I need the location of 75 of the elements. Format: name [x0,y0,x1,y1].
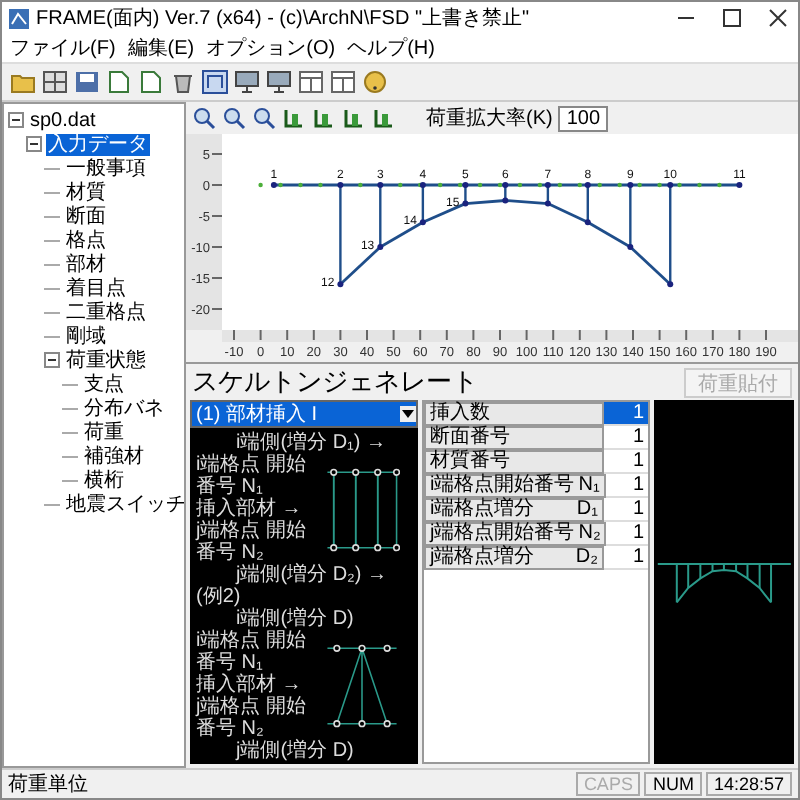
tree-item[interactable]: 材質 [64,181,108,203]
diagram-caption: j端側(増分 D) [233,740,356,762]
parameter-value[interactable]: 1 [604,426,648,450]
tree-item[interactable]: 一般事項 [64,157,148,179]
frame-diagram-drawing [324,465,400,553]
parameter-value[interactable]: 1 [606,522,648,546]
trash-icon[interactable] [170,70,196,94]
diagram-label: i端格点 開始番号 N₁ [196,630,308,674]
magnifier-icon[interactable] [192,106,216,130]
parameter-value[interactable]: 1 [604,498,648,522]
parameter-value[interactable]: 1 [604,450,648,474]
tree-item[interactable]: 二重格点 [64,301,148,323]
tree-item[interactable]: 地震スイッチ [64,493,184,515]
diagram-label: 挿入部材 → [196,674,304,696]
expander-icon[interactable] [26,136,42,152]
scale-label: 荷重拡大率(K) [426,105,553,132]
app-icon [8,7,30,29]
status-indicator: 14:28:57 [705,772,792,796]
monitor-icon[interactable] [266,70,292,94]
folder-icon[interactable] [10,70,36,94]
parameter-value[interactable]: 1 [604,546,648,570]
frame-icon[interactable] [202,70,228,94]
window-icon[interactable] [298,70,324,94]
save-icon[interactable] [74,70,100,94]
status-indicator: CAPS [575,772,641,796]
menu-item[interactable]: オプション(O) [206,34,336,62]
expander-icon[interactable] [44,352,60,368]
status-message: 荷重単位 [8,771,88,798]
tree-item[interactable]: 補強材 [82,445,146,467]
tree-item[interactable]: 断面 [64,205,108,227]
window-icon[interactable] [330,70,356,94]
parameter-label: j端格点開始番号 N₂ [424,522,607,546]
parameter-label: 材質番号 [424,450,604,474]
menu-item[interactable]: ヘルプ(H) [347,34,435,62]
diagram-label: 挿入部材 → [196,498,304,520]
magnifier-icon[interactable] [252,106,276,130]
tree-item[interactable]: 部材 [64,253,108,275]
grid-icon[interactable] [42,70,68,94]
bridge-preview-drawing [656,561,792,603]
page-icon[interactable] [138,70,164,94]
mode-dropdown[interactable]: (1) 部材挿入 I [190,400,418,428]
tree-item[interactable]: 支点 [82,373,126,395]
parameter-label: i端格点増分 D₁ [424,498,604,522]
tree-item[interactable]: 着目点 [64,277,128,299]
parameter-label: i端格点開始番号 N₁ [424,474,606,498]
menu-item[interactable]: 編集(E) [127,34,195,62]
example-title: (例2) [196,586,241,608]
tree-item[interactable]: 剛域 [64,325,108,347]
parameter-label: 挿入数 [424,402,604,426]
menu-item[interactable]: ファイル(F) [10,34,116,62]
parameter-value[interactable]: 1 [605,474,648,498]
diagram-caption: i端側(増分 D₁) → [236,432,389,454]
magnifier-icon[interactable] [222,106,246,130]
tree-item[interactable]: sp0.dat [28,109,98,131]
monitor-icon[interactable] [234,70,260,94]
tree-item[interactable]: 荷重 [82,421,126,443]
tree-item[interactable]: 分布バネ [82,397,166,419]
scale-field[interactable]: 100 [558,105,609,131]
parameter-label: j端格点増分 D₂ [424,546,604,570]
parameter-value[interactable]: 1 [604,402,648,426]
diagram-caption: j端側(増分 D₂) → [233,564,390,586]
status-indicator: NUM [644,772,702,796]
diagram-label: i端格点 開始番号 N₁ [196,454,308,498]
generator-title: スケルトンジェネレート [192,364,478,400]
tree-item[interactable]: 入力データ [46,133,150,155]
diagram-caption: i端側(増分 D) [236,608,356,630]
truss-diagram-drawing [324,641,400,729]
parameter-label: 断面番号 [424,426,604,450]
window-title: FRAME(面内) Ver.7 (x64) - (c)\ArchN\FSD "上書き禁止" [36,5,530,32]
tree-item[interactable]: 格点 [64,229,108,251]
page-icon[interactable] [106,70,132,94]
tree-item[interactable]: 横桁 [82,469,126,491]
expander-icon[interactable] [8,112,24,128]
caret-icon [400,406,416,422]
tree-item[interactable]: 荷重状態 [64,349,148,371]
